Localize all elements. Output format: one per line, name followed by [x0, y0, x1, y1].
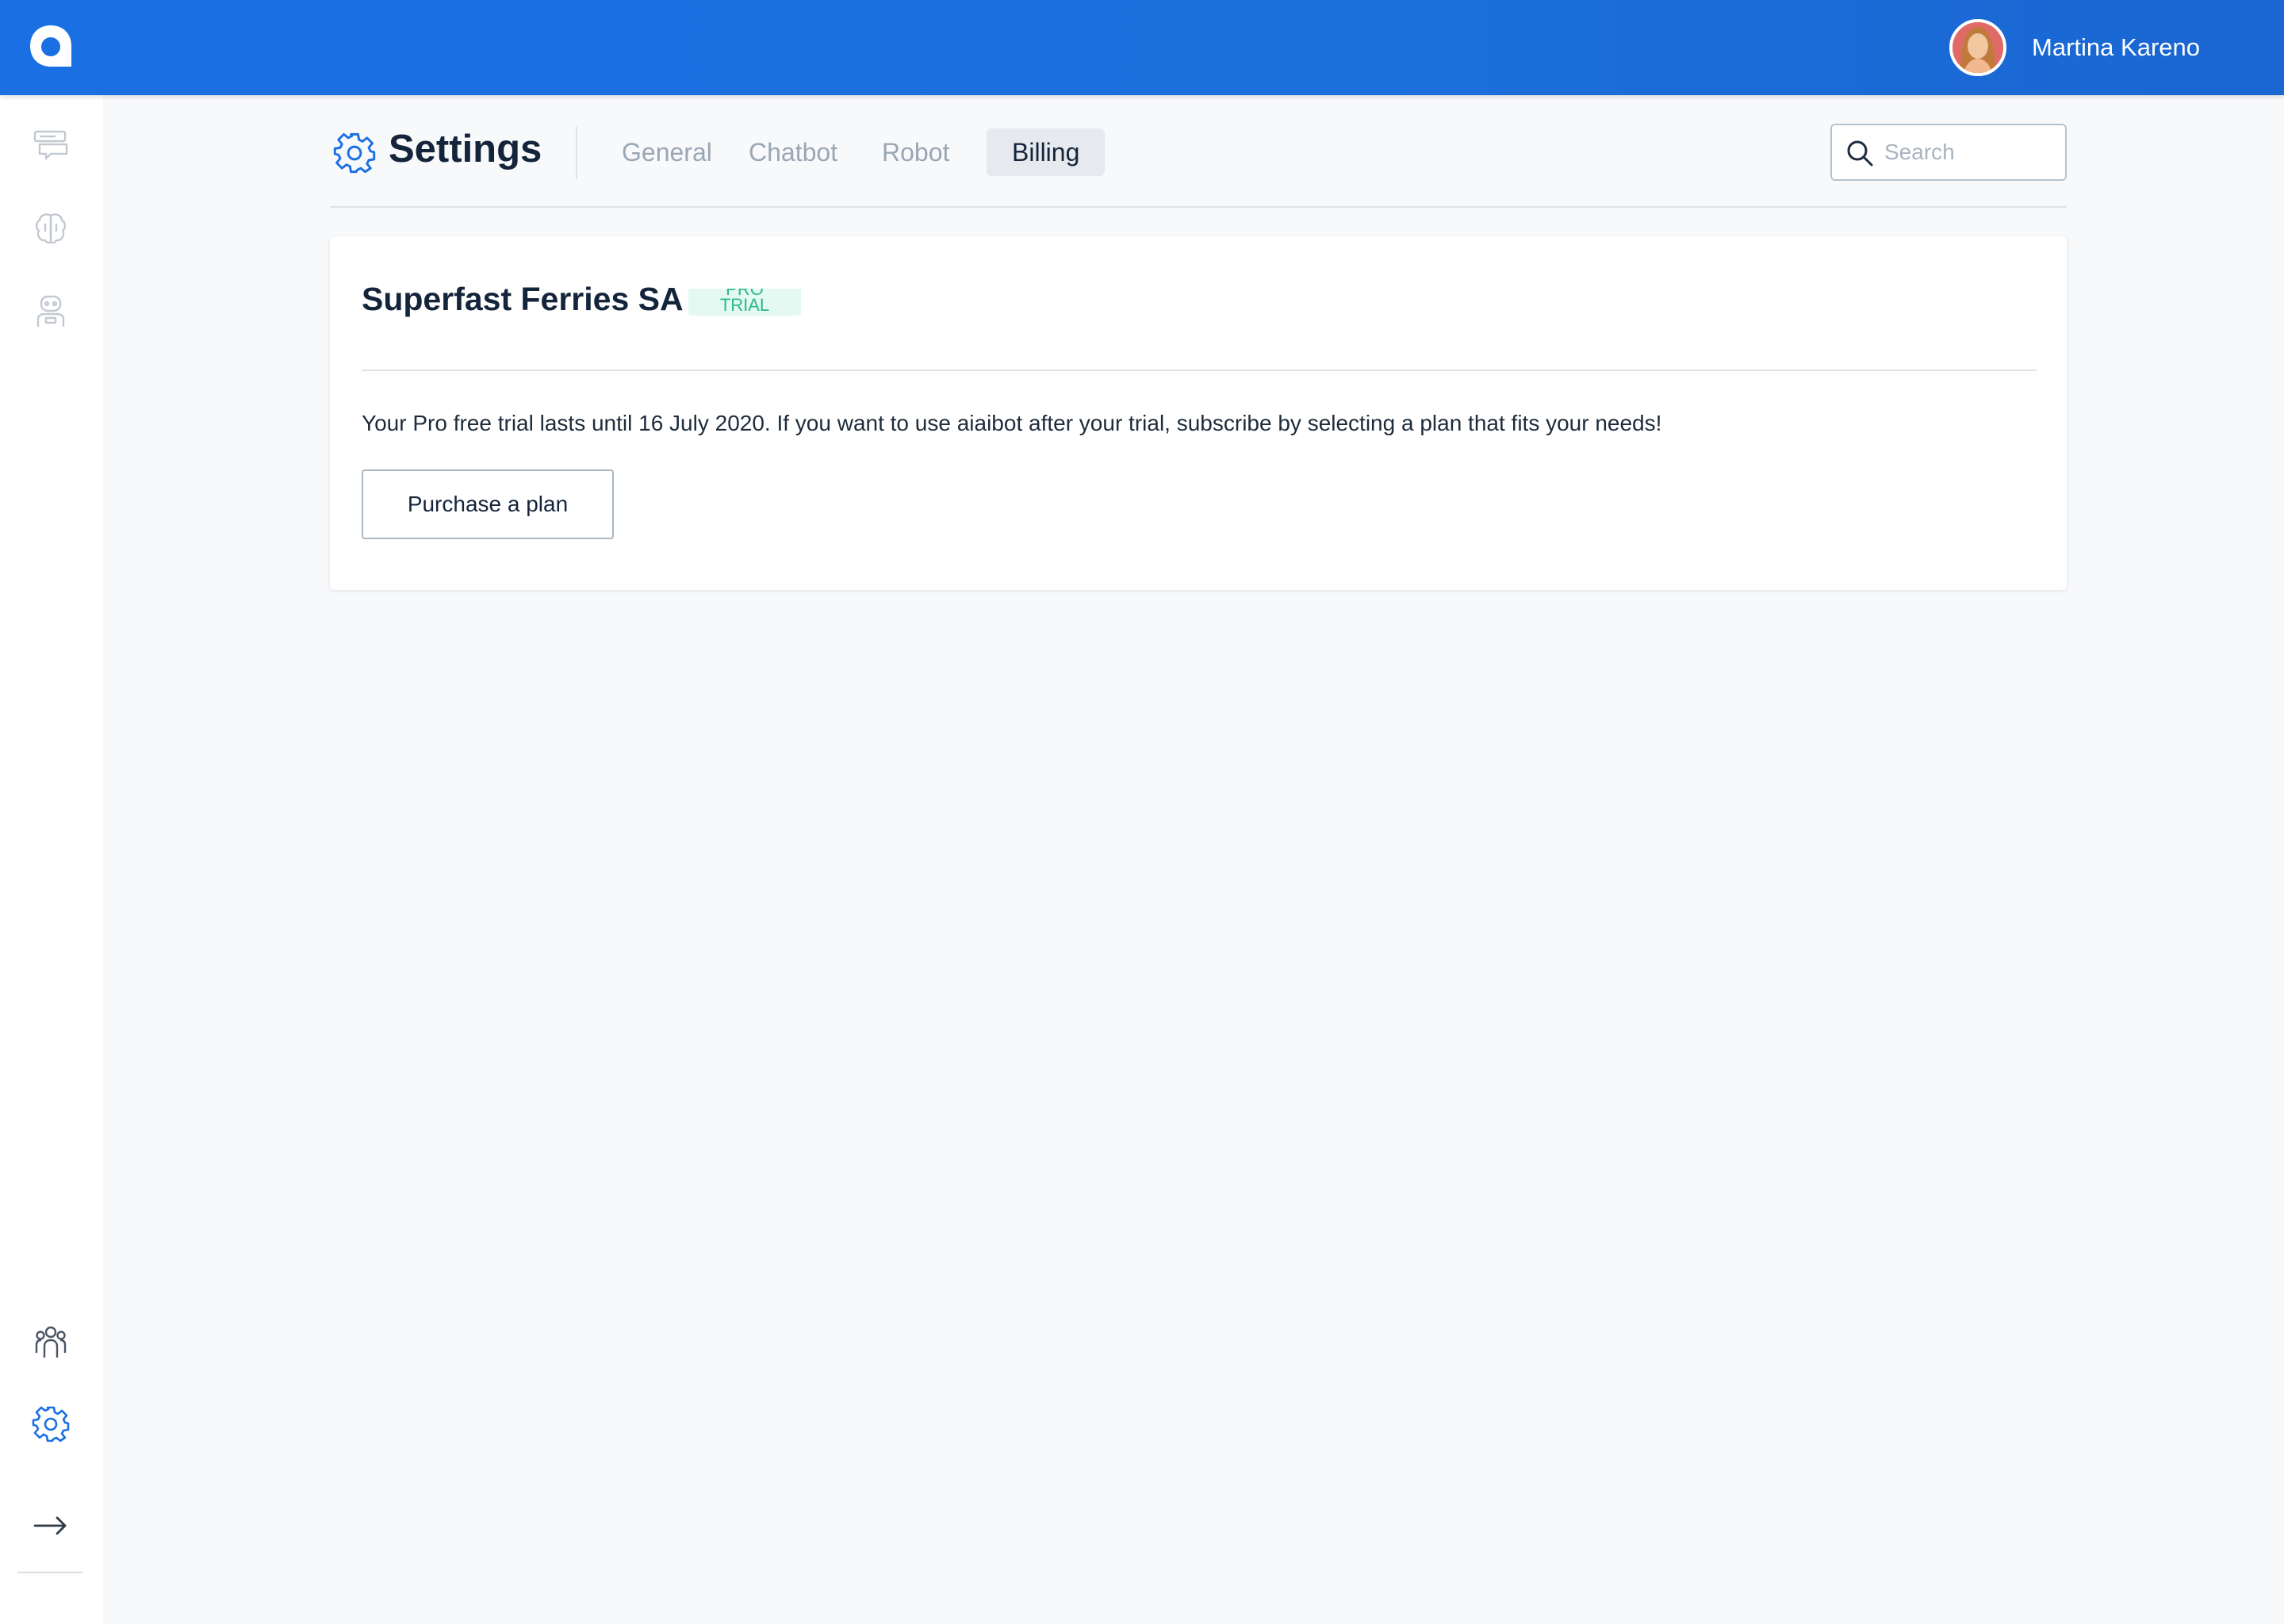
- gear-icon[interactable]: [32, 1405, 70, 1443]
- search-input[interactable]: [1884, 135, 2059, 170]
- conversations-icon[interactable]: [32, 127, 70, 165]
- tab-billing[interactable]: Billing: [987, 128, 1106, 176]
- billing-card: Superfast Ferries SA PRO TRIAL Your Pro …: [330, 236, 2067, 590]
- search-icon: [1845, 138, 1875, 168]
- arrow-right-icon[interactable]: [32, 1507, 70, 1545]
- settings-gear-icon: [333, 132, 376, 174]
- plan-badge-line2: TRIAL: [719, 295, 770, 315]
- team-icon[interactable]: [32, 1323, 70, 1361]
- page-title: Settings: [389, 128, 542, 170]
- user-menu[interactable]: Martina Kareno: [1949, 0, 2284, 95]
- settings-header: Settings General Chatbot Robot Billing: [330, 119, 2067, 208]
- robot-icon[interactable]: [32, 292, 70, 330]
- company-name: Superfast Ferries SA: [362, 281, 684, 317]
- header-separator: [576, 127, 577, 179]
- tab-chatbot[interactable]: Chatbot: [723, 128, 863, 176]
- sidebar: [0, 95, 103, 1624]
- plan-badge-line1: PRO: [726, 289, 764, 299]
- sidebar-divider: [17, 1572, 82, 1573]
- header-rule: [330, 206, 2067, 208]
- trial-message: Your Pro free trial lasts until 16 July …: [362, 411, 1662, 435]
- top-bar: Martina Kareno: [0, 0, 2284, 95]
- purchase-plan-button[interactable]: Purchase a plan: [362, 469, 614, 539]
- user-avatar[interactable]: [1949, 19, 2007, 76]
- card-divider: [362, 370, 2037, 371]
- aiaibot-logo-icon[interactable]: [27, 22, 75, 70]
- brain-icon[interactable]: [32, 209, 70, 247]
- user-name[interactable]: Martina Kareno: [2032, 33, 2200, 62]
- tab-general[interactable]: General: [596, 128, 738, 176]
- search-box[interactable]: [1830, 124, 2067, 181]
- tab-robot[interactable]: Robot: [856, 128, 975, 176]
- plan-badge: PRO TRIAL: [688, 289, 801, 316]
